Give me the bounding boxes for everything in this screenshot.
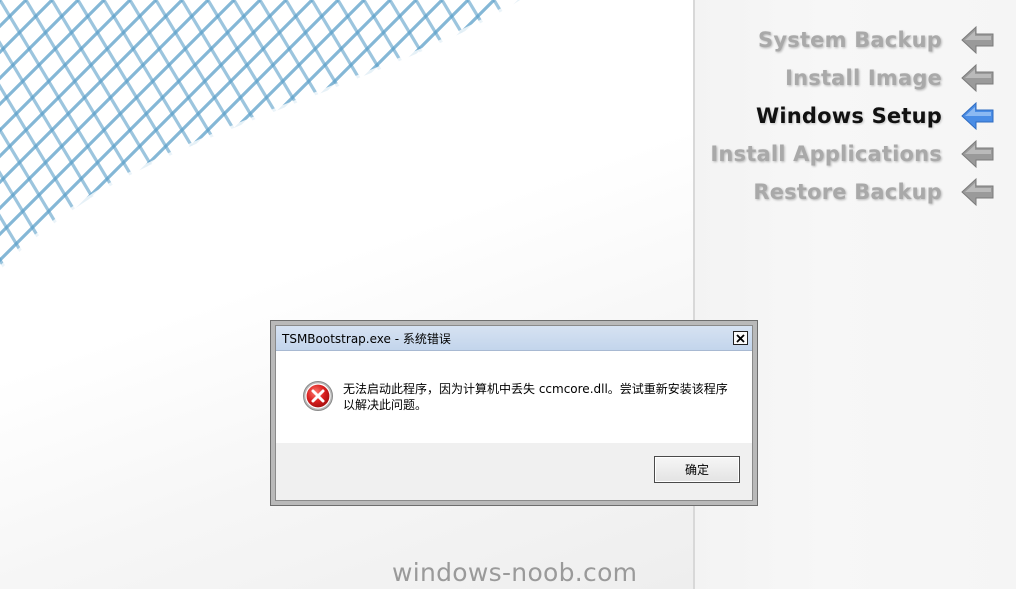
dialog-title: TSMBootstrap.exe - 系统错误 (282, 332, 451, 346)
close-button[interactable] (733, 331, 748, 345)
step-arrow-icon (961, 63, 994, 93)
watermark-text: windows-noob.com (392, 558, 638, 587)
step-windows-setup: Windows Setup (756, 98, 996, 134)
error-icon (303, 381, 333, 411)
dialog-body: 无法启动此程序，因为计算机中丢失 ccmcore.dll。尝试重新安装该程序以解… (276, 351, 752, 443)
step-system-backup: System Backup (758, 22, 996, 58)
dialog-footer: 确定 (276, 443, 752, 500)
dialog-frame: TSMBootstrap.exe - 系统错误 无法启动此程序，因为计算机中丢失… (275, 325, 753, 501)
step-install-image: Install Image (785, 60, 996, 96)
close-icon (736, 333, 745, 343)
dialog-titlebar[interactable]: TSMBootstrap.exe - 系统错误 (276, 326, 752, 351)
step-restore-backup: Restore Backup (753, 174, 996, 210)
ok-button[interactable]: 确定 (654, 456, 740, 483)
step-arrow-icon (961, 177, 994, 207)
step-label: Install Applications (710, 142, 942, 166)
step-arrow-icon (961, 139, 994, 169)
system-error-dialog: TSMBootstrap.exe - 系统错误 无法启动此程序，因为计算机中丢失… (270, 320, 758, 506)
error-message: 无法启动此程序，因为计算机中丢失 ccmcore.dll。尝试重新安装该程序以解… (343, 382, 728, 412)
decorative-mesh-graphic (0, 0, 522, 273)
step-label: Windows Setup (756, 104, 942, 128)
step-install-applications: Install Applications (710, 136, 996, 172)
step-label: Restore Backup (753, 180, 942, 204)
step-label: System Backup (758, 28, 942, 52)
step-label: Install Image (785, 66, 942, 90)
step-arrow-active-icon (961, 101, 994, 131)
step-arrow-icon (961, 25, 994, 55)
